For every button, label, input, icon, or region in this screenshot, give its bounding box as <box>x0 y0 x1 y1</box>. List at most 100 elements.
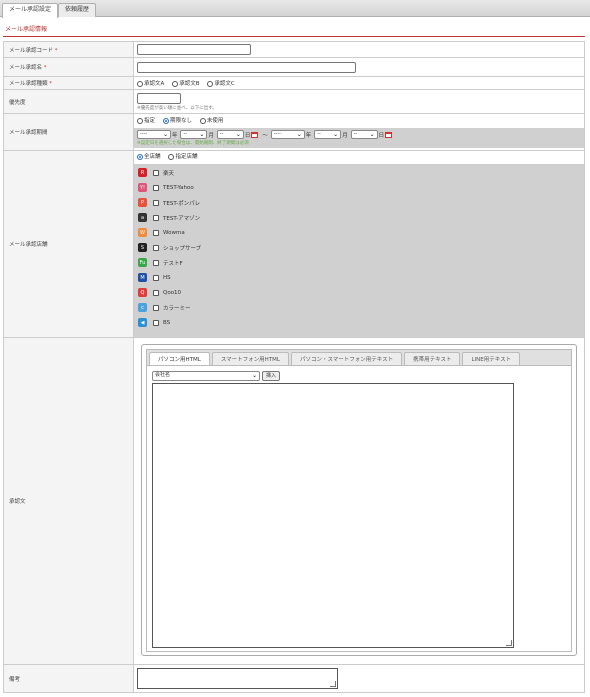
shop-mode-specified[interactable]: 指定店舗 <box>168 151 197 164</box>
chevron-down-icon: ⌄ <box>235 131 241 138</box>
checkbox-icon[interactable] <box>153 304 159 311</box>
tab-mail-settings[interactable]: メール承認設定 <box>2 3 59 18</box>
radio-icon <box>137 117 143 124</box>
shop-item[interactable]: M HS <box>134 270 584 285</box>
end-year-select[interactable]: ---- ⌄ <box>270 130 305 139</box>
ponpare-icon: P <box>138 198 147 207</box>
code-input[interactable] <box>137 44 251 55</box>
field-label: 承認文 <box>3 337 134 665</box>
radio-icon <box>137 80 143 87</box>
checkbox-icon[interactable] <box>153 169 159 176</box>
priority-input[interactable] <box>137 92 181 104</box>
radio-selected-icon <box>137 153 143 160</box>
yahoo-icon: Y! <box>138 183 147 192</box>
shop-item[interactable]: W Wowma <box>134 225 584 240</box>
type-option-c[interactable]: 承認文C <box>207 79 235 87</box>
period-option-unused[interactable]: 未使用 <box>199 116 223 127</box>
period-date-bar: ---- ⌄ 年 -- ⌄ 月 -- ⌄ 日 〜 ---- ⌄ 年 -- ⌄ 月 -- ⌄ 日 ※設定日… <box>134 128 584 148</box>
field-label: メール承認店舗 <box>3 150 134 338</box>
end-month-select[interactable]: -- ⌄ <box>314 130 342 139</box>
chevron-down-icon: ⌄ <box>251 372 257 379</box>
chevron-down-icon: ⌄ <box>162 131 168 138</box>
start-year-select[interactable]: ---- ⌄ <box>137 130 171 139</box>
shop-item[interactable]: P TEST-ポンパレ <box>134 195 584 210</box>
chevron-down-icon: ⌄ <box>296 131 302 138</box>
note-textarea[interactable] <box>137 668 338 689</box>
tab-mobile-text[interactable]: 携帯用テキスト <box>404 352 461 365</box>
start-day-select[interactable]: -- ⌄ <box>216 130 244 139</box>
tab-pc-sp-text[interactable]: パソコン・スマートフォン用テキスト <box>290 352 403 365</box>
tab-line-text[interactable]: LINE用テキスト <box>462 352 521 365</box>
row-code: メール承認コード * <box>3 41 585 58</box>
row-name: メール承認名 * <box>3 57 585 77</box>
shop-name: 楽天 <box>163 170 175 177</box>
resize-grip-icon[interactable] <box>330 681 336 687</box>
period-option-unlimited[interactable]: 期限なし <box>162 116 192 127</box>
body-editor: パソコン用HTML スマートフォン用HTML パソコン・スマートフォン用テキスト… <box>141 344 577 656</box>
field-label: メール承認コード * <box>3 41 134 58</box>
chevron-down-icon: ⌄ <box>333 131 339 138</box>
calendar-icon[interactable] <box>251 131 259 138</box>
shop-item[interactable]: c カラーミー <box>134 300 584 315</box>
tab-sp-html[interactable]: スマートフォン用HTML <box>211 352 289 365</box>
shop-item[interactable]: Q Qoo10 <box>134 285 584 300</box>
section-divider <box>3 36 585 37</box>
type-option-b[interactable]: 承認文B <box>172 79 199 87</box>
checkbox-icon[interactable] <box>153 199 159 206</box>
amazon-icon: a <box>138 213 147 222</box>
shop-name: TEST-Yahoo <box>163 184 194 191</box>
period-hint: ※設定日を選択した場合は、開始期間、終了期間は必須 <box>137 141 249 146</box>
field-label: メール承認名 * <box>3 57 134 77</box>
radio-icon <box>172 80 179 87</box>
shop-item[interactable]: R 楽天 <box>134 165 584 180</box>
tab-label: メール承認設定 <box>9 6 52 13</box>
resize-grip-icon[interactable] <box>506 640 512 646</box>
checkbox-icon[interactable] <box>153 229 159 236</box>
shop-mode-all[interactable]: 全店舗 <box>137 151 161 164</box>
top-tab-bar: メール承認設定 依頼履歴 <box>0 0 590 18</box>
shop-name: HS <box>163 274 171 281</box>
wowma-icon: W <box>138 228 147 237</box>
checkbox-icon[interactable] <box>153 244 159 251</box>
insert-button[interactable]: 挿入 <box>262 371 281 381</box>
shopserve-icon: S <box>138 243 147 252</box>
row-body: 承認文 パソコン用HTML スマートフォン用HTML パソコン・スマートフォン用… <box>3 337 585 665</box>
body-textarea[interactable] <box>152 383 514 648</box>
start-month-select[interactable]: -- ⌄ <box>180 130 208 139</box>
radio-icon <box>207 80 214 87</box>
shop-item[interactable]: a TEST-アマゾン <box>134 210 584 225</box>
bs-icon: ◀ <box>138 318 147 327</box>
chevron-down-icon: ⌄ <box>369 131 375 138</box>
period-option-specify[interactable]: 指定 <box>137 116 155 127</box>
form-table: メール承認コード * メール承認名 * メール承認種類 * 承認文A 承認文B … <box>3 41 585 693</box>
checkbox-icon[interactable] <box>153 319 159 326</box>
checkbox-icon[interactable] <box>153 274 159 281</box>
editor-tabs: パソコン用HTML スマートフォン用HTML パソコン・スマートフォン用テキスト… <box>146 349 572 366</box>
field-label: メール承認期間 <box>3 113 134 151</box>
insert-field-select[interactable]: 会社名 ⌄ <box>152 371 260 381</box>
row-period: メール承認期間 指定 期限なし 未使用 ---- ⌄ 年 -- ⌄ 月 -- ⌄ 日 〜 -… <box>3 113 585 151</box>
hs-icon: M <box>138 273 147 282</box>
shop-item[interactable]: ◀ BS <box>134 315 584 330</box>
checkbox-icon[interactable] <box>153 214 159 221</box>
radio-icon <box>168 153 175 160</box>
shop-item[interactable]: Y! TEST-Yahoo <box>134 180 584 195</box>
editor-pane: 会社名 ⌄ 挿入 <box>146 366 572 652</box>
calendar-icon[interactable] <box>385 131 393 138</box>
checkbox-icon[interactable] <box>153 259 159 266</box>
checkbox-icon[interactable] <box>153 289 159 296</box>
row-priority: 優先度 ※優先度が高い順に並べ、以下に出す。 <box>3 89 585 114</box>
shop-item[interactable]: Fu テストF <box>134 255 584 270</box>
shop-name: BS <box>163 319 171 326</box>
end-day-select[interactable]: -- ⌄ <box>350 130 378 139</box>
type-option-a[interactable]: 承認文A <box>137 79 164 87</box>
field-label: 優先度 <box>3 89 134 114</box>
tab-pc-html[interactable]: パソコン用HTML <box>149 352 210 365</box>
tab-request-history[interactable]: 依頼履歴 <box>58 3 97 17</box>
rakuten-icon: R <box>138 168 147 177</box>
radio-icon <box>199 117 206 124</box>
shop-item[interactable]: S ショップサーブ <box>134 240 584 255</box>
field-label: メール承認種類 * <box>3 76 134 90</box>
name-input[interactable] <box>137 61 356 73</box>
checkbox-icon[interactable] <box>153 184 159 191</box>
